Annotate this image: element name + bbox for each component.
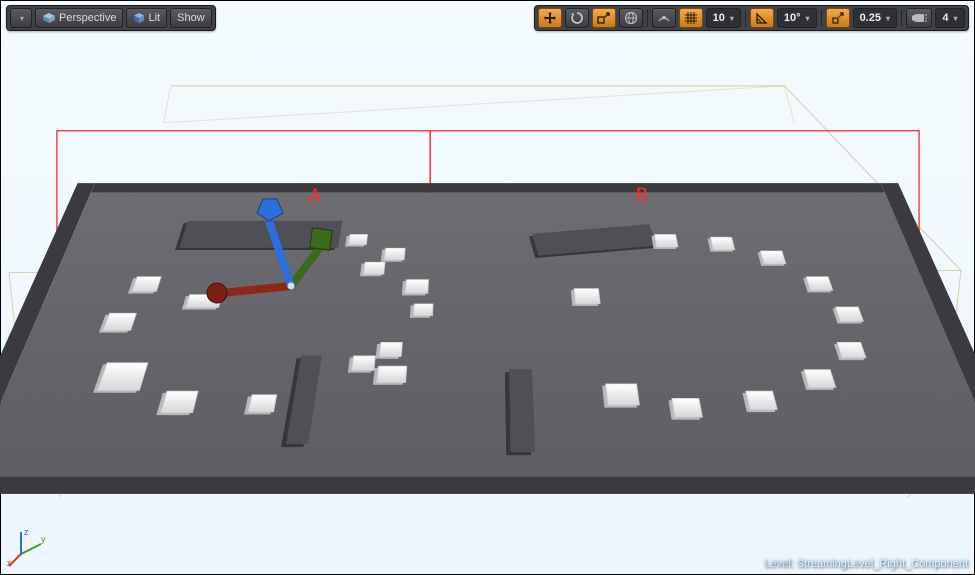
scatter-cube (96, 362, 148, 390)
rotate-icon (570, 11, 584, 25)
angle-snap-toggle[interactable] (750, 8, 774, 28)
camera-speed-icon (911, 12, 927, 24)
perspective-label: Perspective (59, 12, 116, 24)
level-status: Level: StreamingLevel_Right_Component (764, 558, 968, 570)
scale-snap-icon (831, 11, 845, 25)
region-label-b: B (636, 185, 648, 208)
surface-snap-button[interactable] (652, 8, 676, 28)
viewmode-lit-button[interactable]: Lit (126, 8, 167, 28)
grid-snap-value-text: 10 (713, 12, 725, 24)
camera-speed-value[interactable]: 4 (935, 8, 965, 28)
scatter-cube (131, 276, 161, 291)
scatter-cube (404, 279, 428, 293)
scatter-cube (413, 304, 434, 317)
scatter-cube (185, 294, 222, 308)
level-floor (0, 193, 975, 477)
scatter-cube (160, 391, 199, 413)
scatter-cube (671, 398, 703, 418)
scatter-cube (102, 313, 136, 331)
axis-x-label: x (7, 558, 12, 568)
angle-snap-value-text: 10° (784, 12, 801, 24)
axis-y-label: y (41, 534, 46, 544)
block (509, 369, 535, 452)
scatter-cube (247, 395, 277, 413)
lit-label: Lit (148, 12, 160, 24)
grid-snap-toggle[interactable] (679, 8, 703, 28)
scatter-cube (573, 288, 600, 304)
status-level-name: StreamingLevel_Right_Component (797, 558, 968, 570)
axis-gizmo: z y x (7, 526, 49, 568)
viewport-toolbar-right: 10 10° 0.25 4 (534, 5, 969, 31)
scale-snap-value[interactable]: 0.25 (853, 8, 897, 28)
surface-snap-icon (657, 11, 671, 25)
grid-snap-value[interactable]: 10 (706, 8, 741, 28)
scatter-cube (376, 366, 407, 383)
scatter-cube (348, 234, 368, 245)
scatter-cube (745, 391, 778, 410)
scatter-cube (803, 369, 836, 388)
scatter-cube (759, 251, 786, 265)
translate-mode-button[interactable] (538, 8, 562, 28)
world-local-toggle[interactable] (619, 8, 643, 28)
cube-icon (42, 12, 56, 24)
scatter-cube (709, 237, 735, 250)
scatter-cube (383, 248, 405, 260)
lit-cube-icon (133, 12, 145, 24)
show-label: Show (177, 12, 205, 24)
scatter-cube (351, 356, 376, 371)
viewport-toolbar-left: Perspective Lit Show (6, 5, 216, 31)
axis-z-label: z (24, 527, 29, 537)
wall-east (880, 183, 975, 494)
show-menu-button[interactable]: Show (170, 8, 212, 28)
scatter-cube (378, 342, 402, 357)
wall-west (0, 183, 95, 494)
block (179, 221, 342, 248)
scatter-cube (605, 384, 640, 406)
scatter-cube (805, 276, 833, 290)
scale-snap-value-text: 0.25 (860, 12, 881, 24)
camera-speed-button[interactable] (906, 8, 932, 28)
block (532, 224, 658, 255)
scatter-cube (836, 342, 866, 358)
wall-north (90, 183, 884, 193)
angle-snap-value[interactable]: 10° (777, 8, 817, 28)
scale-mode-button[interactable] (592, 8, 616, 28)
globe-icon (624, 11, 638, 25)
viewport-scene[interactable]: A B (1, 1, 974, 574)
grid-icon (684, 11, 698, 25)
scale-icon (597, 11, 611, 25)
rotate-mode-button[interactable] (565, 8, 589, 28)
wall-south (0, 477, 975, 494)
region-label-a: A (309, 186, 321, 209)
scatter-cube (363, 262, 385, 275)
block (285, 356, 321, 445)
editor-viewport[interactable]: A B Perspective (1, 1, 974, 574)
scale-snap-toggle[interactable] (826, 8, 850, 28)
viewmode-perspective-button[interactable]: Perspective (35, 8, 123, 28)
camera-speed-value-text: 4 (942, 12, 948, 24)
scatter-cube (834, 307, 863, 322)
translate-icon (543, 11, 557, 25)
viewport-options-menu[interactable] (10, 8, 32, 28)
status-prefix: Level: (764, 558, 793, 570)
angle-icon (755, 11, 769, 25)
scatter-cube (653, 234, 678, 247)
